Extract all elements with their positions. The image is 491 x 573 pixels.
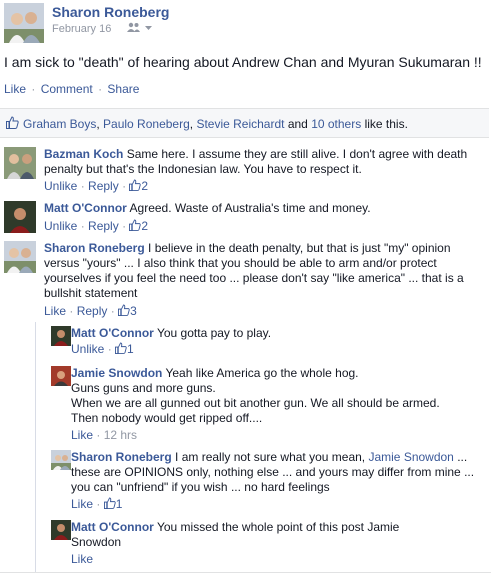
commenter-name[interactable]: Bazman Koch [44,147,123,161]
reply-link[interactable]: Reply [88,179,119,193]
comment-text-line: Guns guns and more guns. [71,381,216,395]
post-date[interactable]: February 16 [52,23,111,35]
caret-down-icon [145,26,153,30]
comment-meta: Like [71,552,93,566]
reply-thread-line [35,322,36,572]
thumbs-up-icon [129,219,142,231]
like-count[interactable]: 1 [116,497,123,511]
likes-summary: Graham Boys, Paulo Roneberg, Stevie Reic… [0,108,489,138]
comment-text: Yeah like America go the whole hog. [165,366,359,380]
commenter-name[interactable]: Sharon Roneberg [71,450,172,464]
separator: · [98,82,103,96]
comment-meta: Like · Reply · 3 [44,304,137,318]
commenter-name[interactable]: Matt O'Connor [44,201,127,215]
thumbs-up-icon [6,116,19,129]
comment-meta: Like · 12 hrs [71,428,138,442]
like-link[interactable]: Like [71,552,93,566]
like-link[interactable]: Like [4,82,26,96]
commenter-avatar[interactable] [4,147,36,179]
like-count[interactable]: 1 [127,342,134,356]
commenter-avatar[interactable] [4,201,36,233]
comment-link[interactable]: Comment [41,82,93,96]
audience-selector[interactable] [127,22,153,35]
commenter-name[interactable]: Jamie Snowdon [71,366,162,380]
commenter-name[interactable]: Matt O'Connor [71,326,154,340]
comment-text: Agreed. Waste of Australia's time and mo… [129,201,371,215]
share-link[interactable]: Share [107,82,139,96]
and-text: and [284,117,312,131]
friends-icon [127,22,140,32]
liker-name[interactable]: Paulo Roneberg [103,117,190,131]
post-header: Sharon Roneberg February 16 [0,0,491,46]
reply-link[interactable]: Reply [77,304,108,318]
thumbs-up-icon [118,304,130,316]
liker-name[interactable]: Graham Boys [23,117,96,131]
like-suffix: like this. [361,117,408,131]
mention-link[interactable]: Jamie Snowdon [368,450,453,464]
commenter-avatar[interactable] [51,366,71,386]
separator: · [31,82,36,96]
author-name[interactable]: Sharon Roneberg [52,4,169,20]
comment-text-line: Then nobody would get ripped off.... [71,411,263,425]
commenter-name[interactable]: Matt O'Connor [71,520,154,534]
like-count[interactable]: 3 [130,304,137,318]
post-status: I am sick to "death" of hearing about An… [4,54,482,70]
commenter-avatar[interactable] [4,241,36,273]
commenter-avatar[interactable] [51,450,71,470]
like-count[interactable]: 2 [141,219,148,233]
like-count[interactable]: 2 [141,179,148,193]
unlike-link[interactable]: Unlike [44,179,77,193]
liker-name[interactable]: Stevie Reichardt [196,117,284,131]
like-link[interactable]: Like [71,497,93,511]
unlike-link[interactable]: Unlike [44,219,77,233]
unlike-link[interactable]: Unlike [71,342,104,356]
comment-time[interactable]: 12 hrs [104,428,137,442]
commenter-name[interactable]: Sharon Roneberg [44,241,145,255]
comment-meta: Unlike · Reply · 2 [44,219,149,233]
thumbs-up-icon [115,342,127,354]
thumbs-up-icon [129,179,142,191]
comment-text-line: When we are all gunned out bit another g… [71,396,440,410]
post-actions: Like · Comment · Share [4,82,139,96]
others-link[interactable]: 10 others [311,117,361,131]
commenter-avatar[interactable] [51,326,71,346]
thumbs-up-icon [103,497,116,509]
comment-meta: Like · 1 [71,497,123,511]
comment-text: You gotta pay to play. [156,326,272,340]
like-link[interactable]: Like [44,304,66,318]
author-avatar[interactable] [4,3,44,43]
like-link[interactable]: Like [71,428,93,442]
comment-meta: Unlike · Reply · 2 [44,179,149,193]
comment-meta: Unlike · 1 [71,342,134,356]
commenter-avatar[interactable] [51,520,71,540]
reply-link[interactable]: Reply [88,219,119,233]
comment-text: I am really not sure what you mean, [175,450,366,464]
